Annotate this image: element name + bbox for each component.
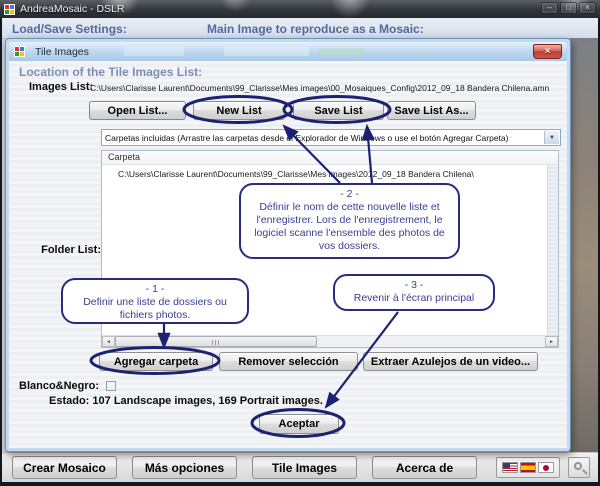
folder-column-header[interactable]: Carpeta bbox=[102, 151, 558, 165]
crear-mosaico-button[interactable]: Crear Mosaico bbox=[12, 456, 117, 479]
blanco-negro-checkbox[interactable] bbox=[106, 381, 116, 391]
callout-3-text: Revenir à l'écran principal bbox=[341, 292, 487, 305]
mas-opciones-button[interactable]: Más opciones bbox=[132, 456, 237, 479]
new-list-button[interactable]: New List bbox=[193, 101, 285, 120]
estado-text: 107 Landscape images, 169 Portrait image… bbox=[92, 395, 323, 407]
spain-flag-icon bbox=[520, 462, 536, 473]
section-title: Location of the Tile Images List: bbox=[19, 65, 202, 79]
bottom-toolbar: Crear Mosaico Más opciones Tile Images A… bbox=[2, 452, 598, 480]
callout-1: - 1 - Definir une liste de dossiers ou f… bbox=[61, 278, 249, 324]
save-list-button[interactable]: Save List bbox=[293, 101, 384, 120]
callout-1-text: Definir une liste de dossiers ou fichier… bbox=[69, 296, 241, 322]
scrollbar-thumb[interactable] bbox=[115, 336, 317, 347]
window-titlebar: AndreaMosaic - DSLR – □ × bbox=[0, 0, 600, 18]
callout-2: - 2 - Définir le nom de cette nouvelle l… bbox=[239, 183, 460, 259]
images-list-path: C:\Users\Clarisse Laurent\Documents\99_C… bbox=[90, 83, 565, 93]
remover-seleccion-button[interactable]: Remover selección bbox=[219, 352, 358, 371]
minimize-icon[interactable]: – bbox=[541, 2, 558, 14]
language-selector[interactable] bbox=[496, 457, 560, 478]
extraer-azulejos-button[interactable]: Extraer Azulejos de un video... bbox=[363, 352, 538, 371]
tile-images-button[interactable]: Tile Images bbox=[252, 456, 357, 479]
app-window: AndreaMosaic - DSLR – □ × Load/Save Sett… bbox=[0, 0, 600, 486]
background-image-strip bbox=[570, 38, 598, 452]
images-list-label: Images List: bbox=[29, 81, 93, 93]
estado-label: Estado: bbox=[49, 395, 89, 407]
andreamosaic-logo-icon bbox=[4, 4, 15, 15]
close-icon[interactable]: × bbox=[579, 2, 596, 14]
ghost-artifact bbox=[124, 47, 184, 56]
search-button[interactable] bbox=[568, 457, 590, 478]
folder-list-label: Folder List: bbox=[36, 244, 101, 256]
ghost-artifact bbox=[224, 47, 309, 56]
open-list-button[interactable]: Open List... bbox=[89, 101, 186, 120]
japan-flag-icon bbox=[538, 462, 554, 473]
dialog-mosaic-icon bbox=[14, 46, 25, 57]
blanco-negro-label: Blanco&Negro: bbox=[19, 380, 99, 392]
main-image-label: Main Image to reproduce as a Mosaic: bbox=[207, 22, 424, 36]
dialog-titlebar: Tile Images × bbox=[9, 42, 567, 61]
ghost-artifact bbox=[319, 48, 364, 55]
magnifier-icon bbox=[574, 462, 582, 470]
tile-images-dialog: Tile Images × Location of the Tile Image… bbox=[5, 38, 571, 452]
vertical-scrollbar[interactable] bbox=[547, 165, 558, 335]
settings-header-bar: Load/Save Settings: Main Image to reprod… bbox=[2, 18, 598, 39]
us-flag-icon bbox=[502, 462, 518, 473]
load-save-settings-label: Load/Save Settings: bbox=[12, 22, 127, 36]
status-line: Estado: 107 Landscape images, 169 Portra… bbox=[49, 395, 323, 407]
save-list-as-button[interactable]: Save List As... bbox=[387, 101, 476, 120]
agregar-carpeta-button[interactable]: Agregar carpeta bbox=[99, 352, 213, 371]
window-title: AndreaMosaic - DSLR bbox=[20, 3, 124, 15]
callout-1-title: - 1 - bbox=[69, 283, 241, 296]
callout-3: - 3 - Revenir à l'écran principal bbox=[333, 274, 495, 311]
dialog-close-icon[interactable]: × bbox=[533, 44, 562, 59]
scroll-right-icon[interactable]: ► bbox=[545, 336, 558, 347]
maximize-icon[interactable]: □ bbox=[560, 2, 577, 14]
callout-2-title: - 2 - bbox=[247, 188, 452, 201]
acerca-de-button[interactable]: Acerca de bbox=[372, 456, 477, 479]
scroll-left-icon[interactable]: ◄ bbox=[102, 336, 115, 347]
chevron-down-icon: ▼ bbox=[544, 131, 559, 144]
folders-mode-value: Carpetas incluidas (Arrastre las carpeta… bbox=[105, 133, 509, 143]
folder-row[interactable]: C:\Users\Clarisse Laurent\Documents\99_C… bbox=[118, 169, 474, 179]
dialog-title: Tile Images bbox=[35, 46, 89, 58]
callout-2-text: Définir le nom de cette nouvelle liste e… bbox=[247, 201, 452, 253]
callout-3-title: - 3 - bbox=[341, 279, 487, 292]
horizontal-scrollbar[interactable]: ◄ ► bbox=[102, 335, 558, 347]
folders-mode-dropdown[interactable]: Carpetas incluidas (Arrastre las carpeta… bbox=[101, 129, 561, 146]
aceptar-button[interactable]: Aceptar bbox=[259, 414, 339, 434]
